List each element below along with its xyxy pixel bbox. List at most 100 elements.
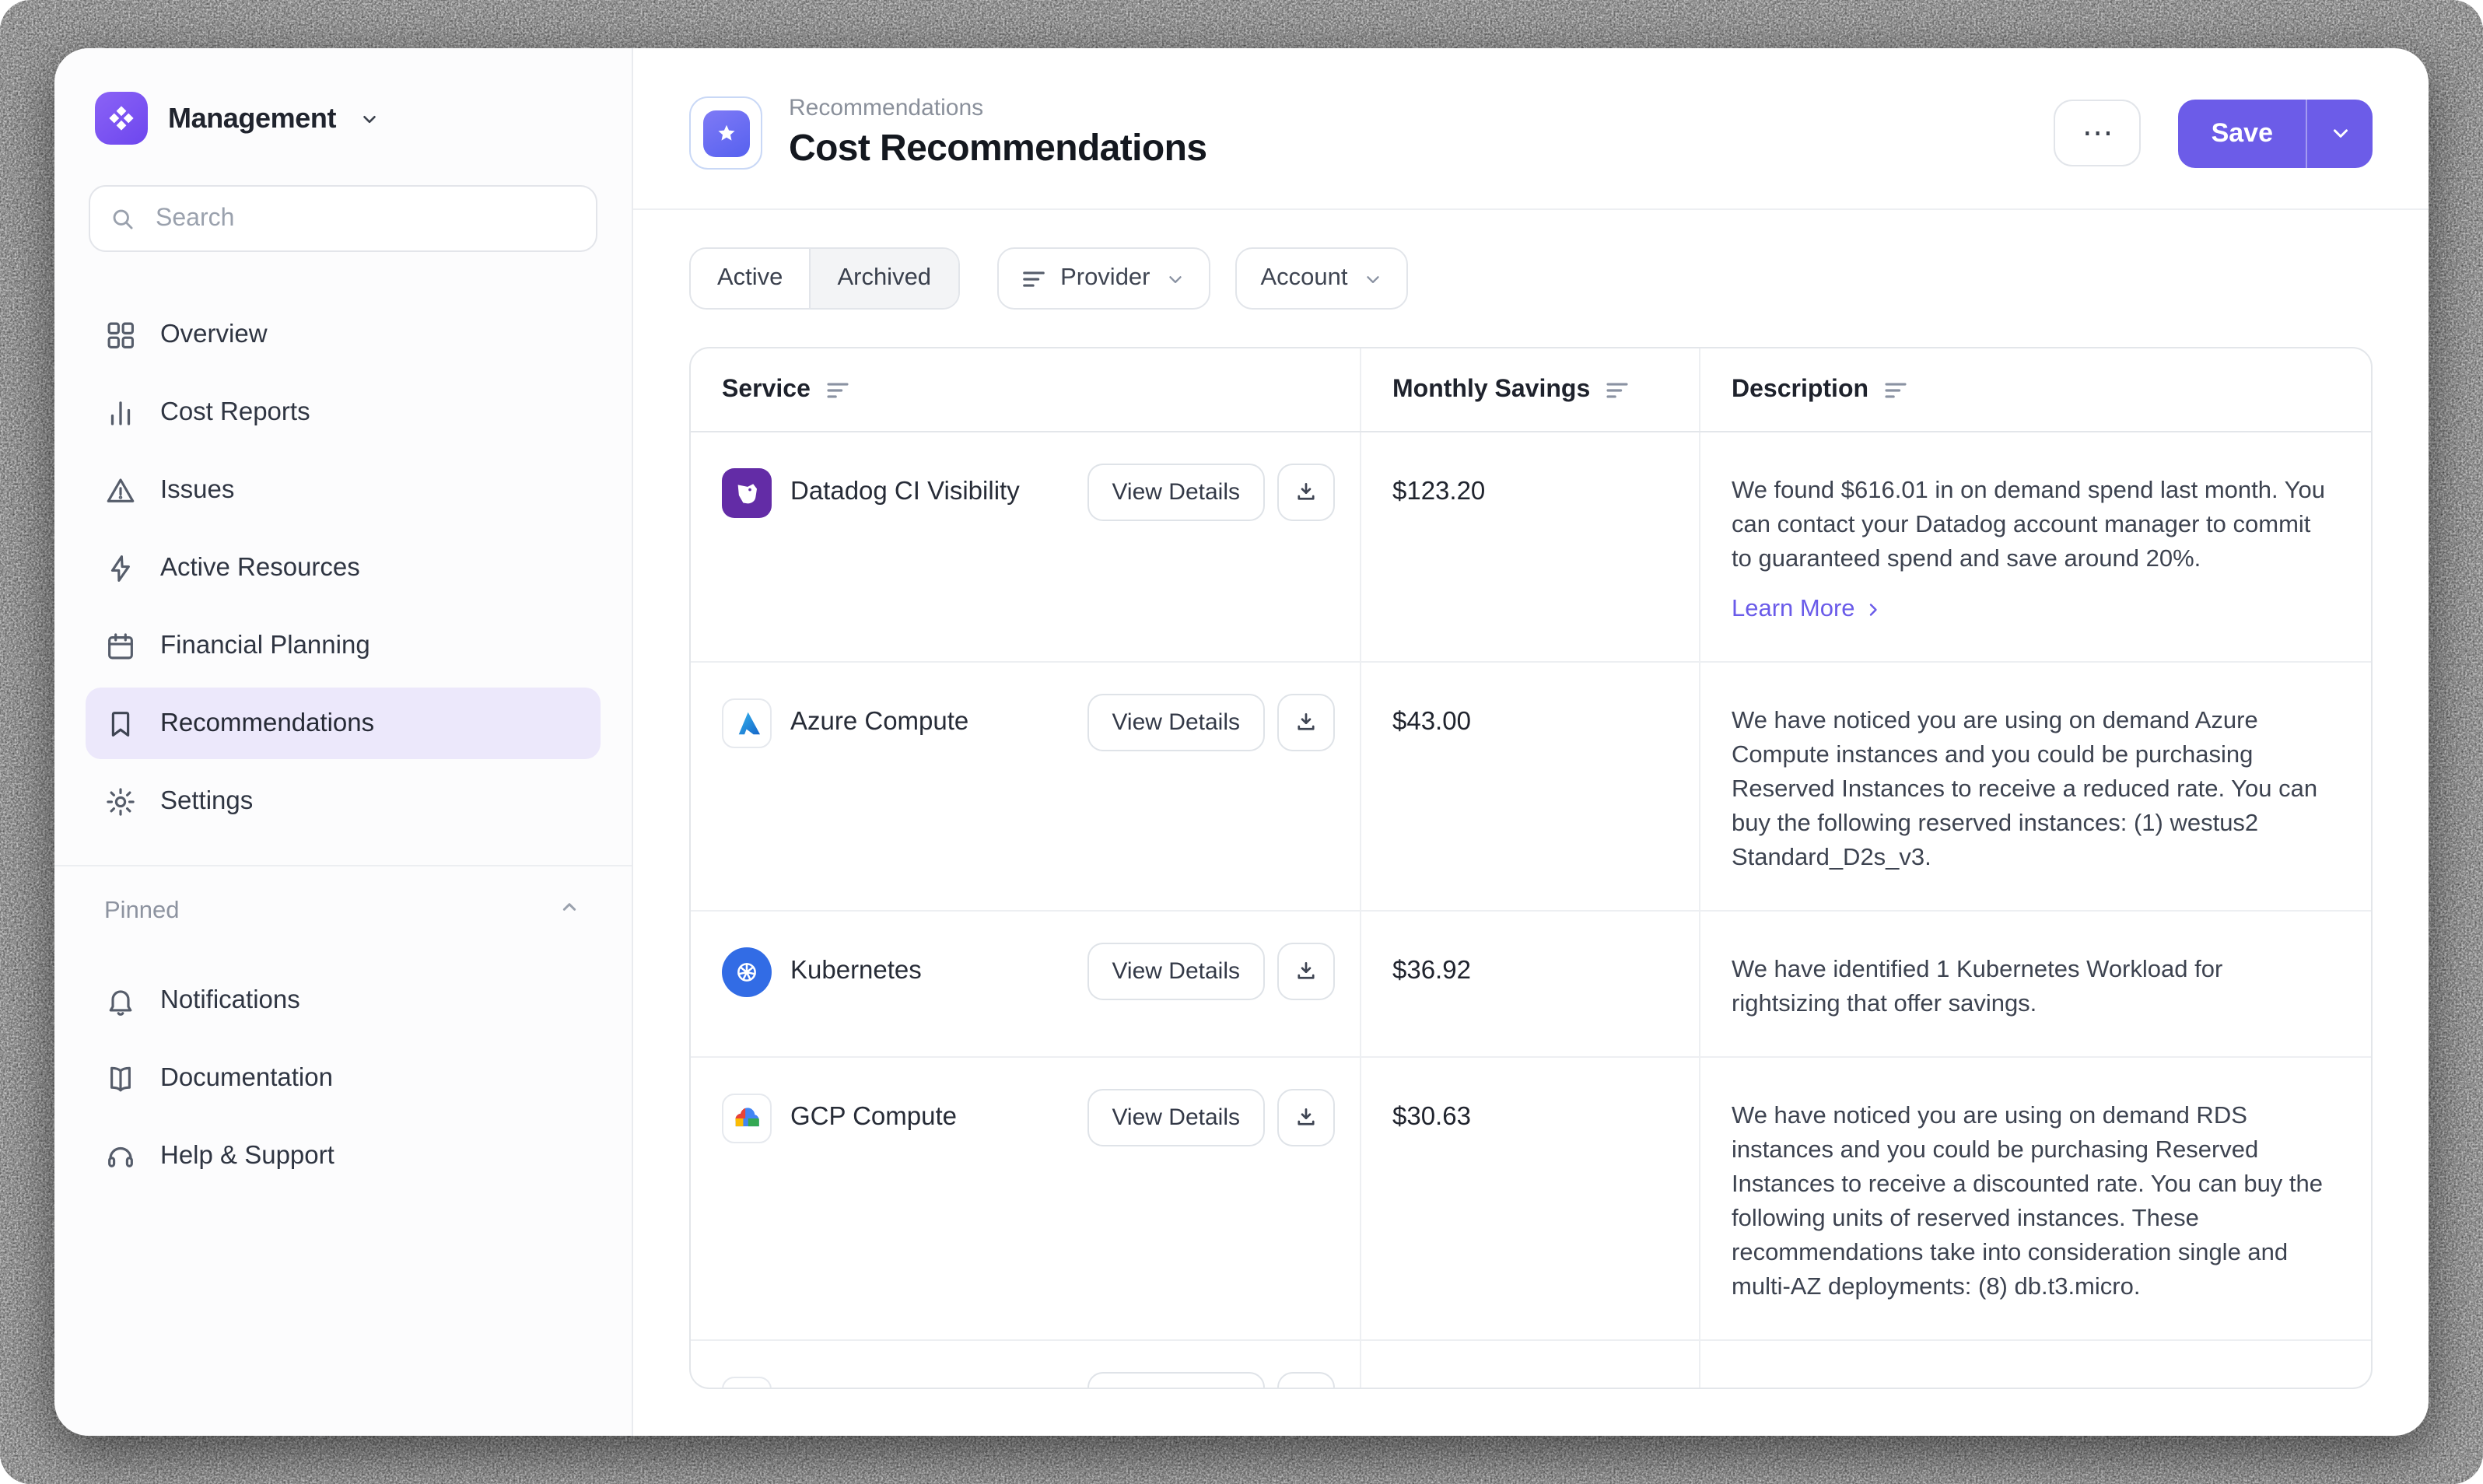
- screenshot-stage: Management Overview Cost Reports: [0, 0, 2483, 1484]
- row-actions: View Details: [1087, 1089, 1335, 1146]
- column-header-monthly-savings[interactable]: Monthly Savings: [1360, 348, 1699, 431]
- gear-icon: [104, 785, 137, 817]
- row-actions: View Details: [1087, 1372, 1335, 1389]
- page-header: Recommendations Cost Recommendations ⋯ S…: [633, 48, 2429, 210]
- sidebar-search: [89, 185, 597, 252]
- download-icon: [1293, 958, 1319, 985]
- sidebar-item-label: Recommendations: [160, 709, 374, 738]
- service-name: Azure Compute: [790, 708, 968, 737]
- bell-icon: [104, 984, 137, 1017]
- recommendations-table: Service Monthly Savings Description: [689, 347, 2373, 1389]
- pinned-section-header[interactable]: Pinned: [86, 894, 601, 927]
- service-cell: GCP Compute View Details: [691, 1058, 1360, 1178]
- ellipsis-icon: ⋯: [2082, 114, 2114, 152]
- workspace-name: Management: [168, 102, 336, 135]
- datadog-logo-icon: [722, 467, 772, 517]
- sidebar-item-overview[interactable]: Overview: [86, 299, 601, 370]
- chevron-right-icon: [1865, 600, 1883, 619]
- description-text: These S3 Buckets only contain objects wh…: [1732, 1383, 2331, 1389]
- sort-icon: [826, 380, 849, 399]
- sidebar-item-label: Settings: [160, 786, 253, 816]
- sidebar-item-documentation[interactable]: Documentation: [86, 1042, 601, 1114]
- bolt-icon: [104, 551, 137, 584]
- download-button[interactable]: [1277, 694, 1335, 751]
- account-filter-button[interactable]: Account: [1236, 247, 1409, 310]
- sort-icon: [1884, 380, 1907, 399]
- sidebar-item-notifications[interactable]: Notifications: [86, 964, 601, 1036]
- segment-archived[interactable]: Archived: [809, 249, 958, 308]
- row-actions: View Details: [1087, 943, 1335, 1000]
- segment-active[interactable]: Active: [691, 249, 809, 308]
- service-cell: Datadog CI Visibility View Details: [691, 432, 1360, 552]
- download-button[interactable]: [1277, 1089, 1335, 1146]
- header-actions: ⋯ Save: [2054, 99, 2373, 167]
- learn-more-label: Learn More: [1732, 593, 1855, 627]
- chevron-down-icon: [1166, 268, 1186, 289]
- learn-more-link[interactable]: Learn More: [1732, 593, 1883, 627]
- sidebar-item-active-resources[interactable]: Active Resources: [86, 532, 601, 604]
- view-details-button[interactable]: View Details: [1087, 464, 1265, 521]
- sidebar-nav: Overview Cost Reports Issues Active Reso…: [86, 299, 601, 837]
- sidebar-item-label: Cost Reports: [160, 397, 310, 427]
- breadcrumb: Recommendations: [789, 95, 1206, 121]
- sidebar-item-help-support[interactable]: Help & Support: [86, 1120, 601, 1192]
- service-cell: aws AWS RDS View Details: [691, 1341, 1360, 1389]
- description-cell: These S3 Buckets only contain objects wh…: [1699, 1341, 2371, 1389]
- view-details-button[interactable]: View Details: [1087, 1089, 1265, 1146]
- download-icon: [1293, 479, 1319, 506]
- view-details-button[interactable]: View Details: [1087, 1372, 1265, 1389]
- service-name: Kubernetes: [790, 957, 922, 986]
- app-window: Management Overview Cost Reports: [54, 48, 2429, 1436]
- column-header-service[interactable]: Service: [691, 348, 1360, 431]
- sidebar-item-financial-planning[interactable]: Financial Planning: [86, 610, 601, 681]
- table-row: Datadog CI Visibility View Details $123.…: [691, 432, 2371, 661]
- chevron-down-icon: [1364, 268, 1384, 289]
- description-cell: We found $616.01 in on demand spend last…: [1699, 432, 2371, 661]
- description-text: We have noticed you are using on demand …: [1732, 705, 2331, 876]
- view-details-button[interactable]: View Details: [1087, 694, 1265, 751]
- download-button[interactable]: [1277, 943, 1335, 1000]
- status-segmented-control: Active Archived: [689, 247, 959, 310]
- description-text: We found $616.01 in on demand spend last…: [1732, 474, 2331, 577]
- sidebar-item-label: Help & Support: [160, 1141, 334, 1171]
- bookmark-icon: [104, 707, 137, 740]
- save-button[interactable]: Save: [2179, 99, 2306, 167]
- save-dropdown-button[interactable]: [2307, 99, 2373, 167]
- service-name: AWS RDS: [790, 1386, 909, 1389]
- column-header-description[interactable]: Description: [1699, 348, 2371, 431]
- view-details-button[interactable]: View Details: [1087, 943, 1265, 1000]
- provider-filter-button[interactable]: Provider: [996, 247, 1210, 310]
- gcp-logo-icon: [722, 1093, 772, 1143]
- column-label: Description: [1732, 376, 1868, 404]
- sidebar-item-settings[interactable]: Settings: [86, 765, 601, 837]
- download-icon: [1293, 1388, 1319, 1389]
- monthly-savings-value: $30.63: [1360, 1058, 1699, 1339]
- service-cell: Kubernetes View Details: [691, 912, 1360, 1031]
- download-icon: [1293, 1104, 1319, 1131]
- chevron-down-icon: [2328, 121, 2352, 145]
- pinned-label: Pinned: [104, 897, 180, 925]
- sidebar-item-label: Documentation: [160, 1063, 333, 1093]
- service-name: Datadog CI Visibility: [790, 478, 1020, 507]
- main-content: Recommendations Cost Recommendations ⋯ S…: [633, 48, 2429, 1436]
- sidebar-item-label: Notifications: [160, 985, 300, 1015]
- description-text: We have identified 1 Kubernetes Workload…: [1732, 954, 2331, 1022]
- description-cell: We have identified 1 Kubernetes Workload…: [1699, 912, 2371, 1056]
- download-button[interactable]: [1277, 464, 1335, 521]
- search-input[interactable]: [89, 185, 597, 252]
- kubernetes-logo-icon: [722, 947, 772, 996]
- sidebar-item-issues[interactable]: Issues: [86, 454, 601, 526]
- column-label: Monthly Savings: [1392, 376, 1590, 404]
- filter-bar: Active Archived Provider Account: [633, 210, 2429, 310]
- table-row: Azure Compute View Details $43.00 We hav…: [691, 661, 2371, 910]
- workspace-logo-icon: [95, 92, 148, 145]
- sidebar-item-cost-reports[interactable]: Cost Reports: [86, 376, 601, 448]
- account-filter-label: Account: [1261, 264, 1348, 292]
- grid-icon: [104, 318, 137, 351]
- workspace-switcher[interactable]: Management: [86, 79, 601, 145]
- download-button[interactable]: [1277, 1372, 1335, 1389]
- sidebar-item-recommendations[interactable]: Recommendations: [86, 688, 601, 759]
- sidebar-item-label: Overview: [160, 320, 268, 349]
- more-options-button[interactable]: ⋯: [2054, 100, 2142, 166]
- headset-icon: [104, 1139, 137, 1172]
